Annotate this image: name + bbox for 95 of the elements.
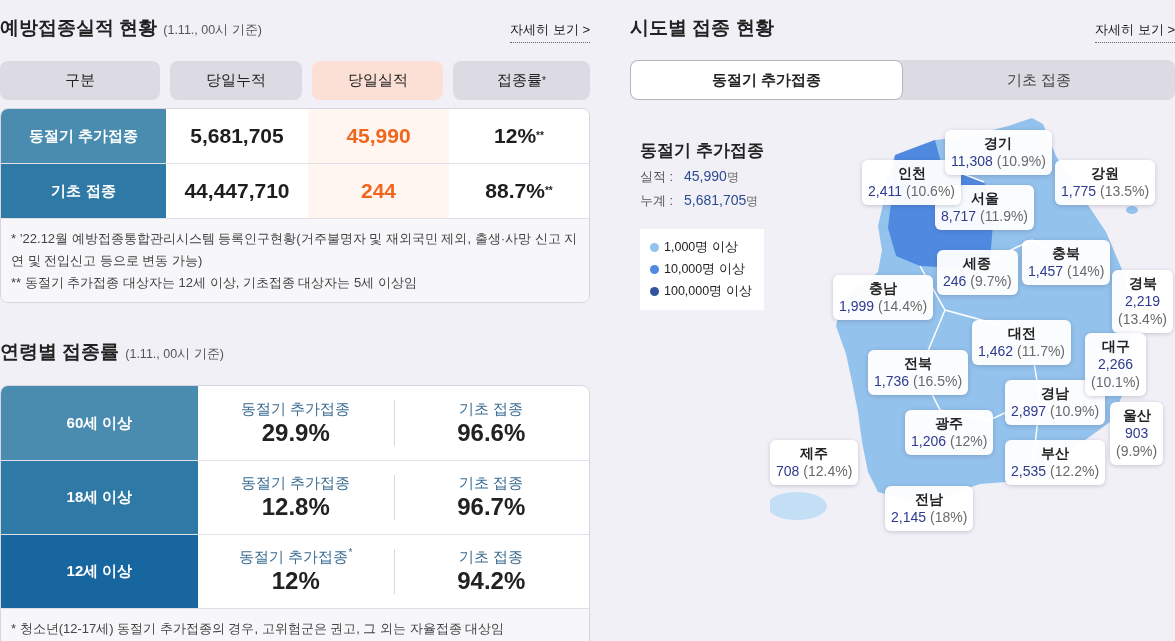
region-count: 246: [943, 272, 967, 290]
column-header: 당일실적: [312, 61, 443, 100]
region-name: 전남: [915, 490, 944, 508]
summary-label: 실적 :: [640, 168, 675, 186]
basis-time: (1.11., 00시 기준): [125, 346, 224, 363]
region-name: 경남: [1041, 384, 1070, 402]
legend-label: 100,000명 이상: [664, 283, 752, 300]
region-rate: (14%): [1067, 262, 1105, 280]
region-name: 경북: [1128, 274, 1157, 292]
region-name: 경기: [984, 134, 1013, 152]
summary-unit: 명: [746, 193, 759, 210]
region-name: 울산: [1122, 406, 1151, 424]
more-link[interactable]: 자세히 보기 >: [510, 21, 590, 43]
daily-cell: 244: [308, 164, 449, 218]
region-rate: (13.4%): [1118, 310, 1168, 328]
section-title: 시도별 접종 현황: [630, 16, 774, 40]
summary-unit: 명: [726, 169, 739, 186]
region-rate: (14.4%): [878, 297, 928, 315]
region-rate: (10.9%): [996, 152, 1046, 170]
region-rate: (9.9%): [1116, 442, 1158, 460]
stat-value: 96.7%: [457, 493, 526, 521]
stat-value: 94.2%: [457, 567, 526, 595]
column-header: 구분: [0, 61, 160, 100]
region-count: 2,219: [1125, 292, 1161, 310]
stat-value: 12%: [271, 567, 320, 595]
region-name: 강원: [1091, 164, 1120, 182]
stat-label: 기초 접종: [459, 548, 524, 568]
region-count: 11,308: [951, 152, 993, 170]
region-count: 2,411: [868, 182, 902, 200]
tab[interactable]: 기초 접종: [902, 60, 1175, 100]
more-link[interactable]: 자세히 보기 >: [1095, 21, 1175, 43]
stat-value: 12.8%: [261, 493, 330, 521]
stat-label: 동절기 추가접종: [241, 399, 351, 419]
section-title: 예방접종실적 현황: [0, 16, 158, 40]
basis-time: (1.11., 00시 기준): [163, 22, 262, 39]
region-count: 2,897: [1011, 402, 1047, 420]
region-name: 서울: [970, 189, 999, 207]
footnote: ** 동절기 추가접종 대상자는 12세 이상, 기초접종 대상자는 5세 이상임: [11, 274, 418, 292]
region-rate: (12.4%): [803, 462, 853, 480]
region-rate: (12.2%): [1050, 462, 1100, 480]
summary-value: 5,681,705: [684, 192, 747, 208]
stat-value: 96.6%: [457, 418, 526, 447]
region-count: 903: [1124, 424, 1149, 442]
daily-cell: 45,990: [308, 109, 449, 163]
region-count: 2,145: [891, 508, 927, 526]
region-rate: (9.7%): [970, 272, 1012, 290]
legend-label: 10,000명 이상: [664, 261, 745, 278]
region-name: 광주: [935, 414, 964, 432]
footnote: * 청소년(12-17세) 동절기 추가접종의 경우, 고위험군은 권고, 그 외는 자율접종 대상임: [11, 620, 506, 638]
stat-label: 기초 접종: [459, 474, 524, 494]
region-count: 1,736: [874, 372, 910, 390]
region-name: 충북: [1052, 244, 1081, 262]
region-count: 8,717: [941, 207, 977, 225]
region-rate: (10.1%): [1091, 373, 1141, 391]
region-rate: (13.5%): [1100, 182, 1150, 200]
age-group-header: 12세 이상: [1, 535, 198, 608]
summary-value: 45,990: [684, 168, 727, 184]
summary-label: 누계 :: [640, 192, 675, 210]
region-count: 1,462: [978, 342, 1014, 360]
region-name: 전북: [904, 354, 933, 372]
stat-label: 동절기 추가접종$^{*}$: [239, 548, 353, 568]
tab[interactable]: 동절기 추가접종: [630, 60, 903, 100]
row-header: 기초 접종: [1, 164, 166, 218]
footnote: * ’22.12월 예방접종통합관리시스템 등록인구현황(거주불명자 및 재외국민 제외, 출생·사망 신고 지연 및 전입신고 등으로 변동 가능): [11, 230, 579, 270]
region-count: 1,775: [1061, 182, 1097, 200]
region-name: 대전: [1007, 324, 1036, 342]
region-rate: (11.9%): [980, 207, 1029, 225]
region-count: 1,999: [839, 297, 875, 315]
region-name: 대구: [1101, 337, 1130, 355]
region-rate: (10.9%): [1050, 402, 1100, 420]
age-group-header: 60세 이상: [1, 386, 198, 460]
region-name: 인천: [897, 164, 926, 182]
region-name: 세종: [963, 254, 992, 272]
region-count: 2,535: [1011, 462, 1047, 480]
summary-title: 동절기 추가접종: [640, 140, 764, 162]
region-rate: (11.7%): [1017, 342, 1066, 360]
region-count: 1,206: [911, 432, 947, 450]
region-name: 충남: [869, 279, 898, 297]
column-header: 당일누적: [170, 61, 302, 100]
region-rate: (16.5%): [913, 372, 963, 390]
age-group-header: 18세 이상: [1, 461, 198, 534]
legend-label: 1,000명 이상: [664, 239, 738, 256]
region-count: 1,457: [1028, 262, 1064, 280]
stat-label: 기초 접종: [459, 399, 524, 419]
stat-label: 동절기 추가접종: [241, 474, 351, 494]
region-name: 부산: [1041, 444, 1070, 462]
region-rate: (18%): [930, 508, 968, 526]
region-count: 708: [776, 462, 800, 480]
region-name: 제주: [800, 444, 829, 462]
region-rate: (10.6%): [906, 182, 956, 200]
region-rate: (12%): [950, 432, 988, 450]
section-title: 연령별 접종률: [0, 340, 120, 364]
stat-value: 29.9%: [261, 418, 330, 447]
region-count: 2,266: [1098, 355, 1134, 373]
row-header: 동절기 추가접종: [1, 109, 166, 163]
